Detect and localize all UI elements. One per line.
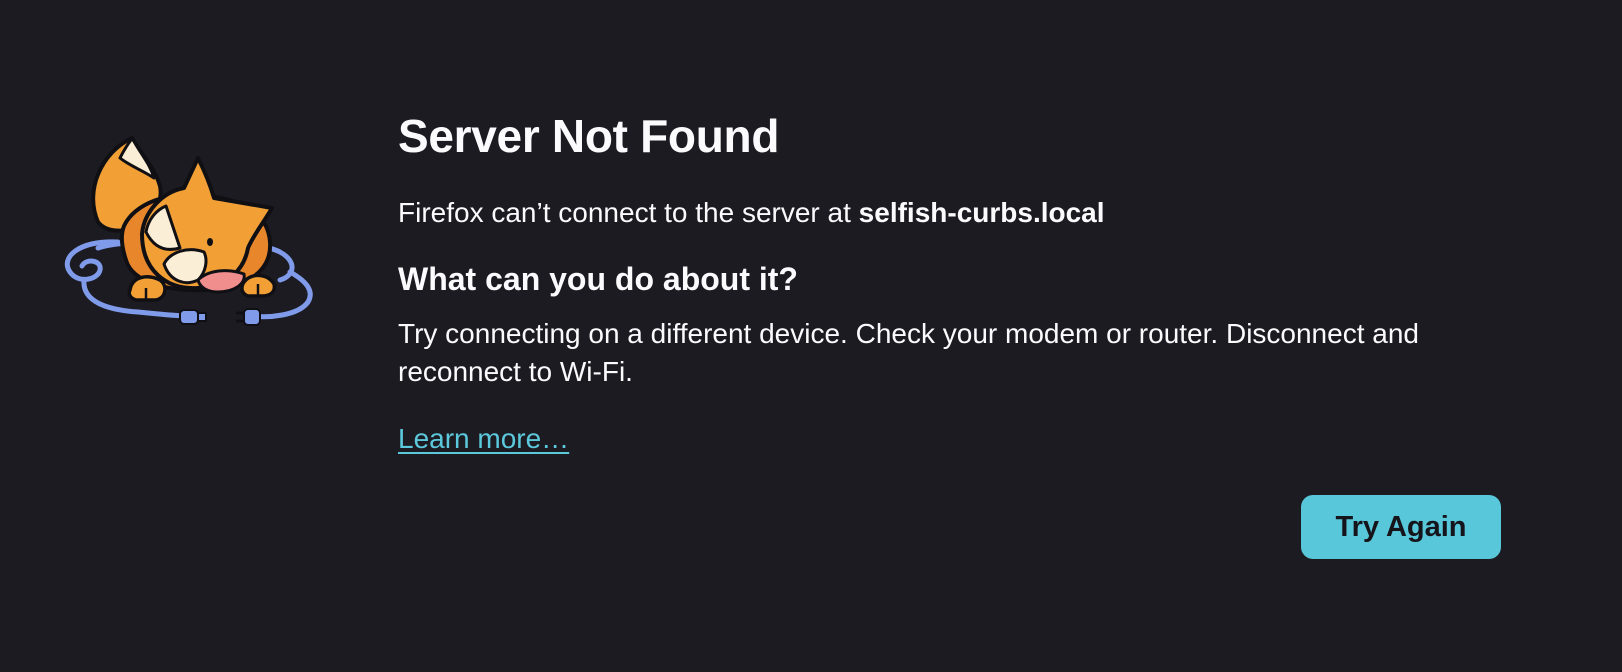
fox-unplugged-illustration <box>64 136 313 326</box>
learn-more-link[interactable]: Learn more… <box>398 421 569 457</box>
suggestions-heading: What can you do about it? <box>398 261 798 297</box>
plug-icon <box>179 309 207 325</box>
try-again-button[interactable]: Try Again <box>1301 495 1501 559</box>
error-description-text: Firefox can’t connect to the server at <box>398 197 859 228</box>
error-description: Firefox can’t connect to the server at s… <box>398 195 1508 231</box>
error-content: Server Not Found Firefox can’t connect t… <box>398 105 1508 457</box>
suggestions-text: Try connecting on a different device. Ch… <box>398 318 1419 387</box>
socket-icon <box>236 308 261 326</box>
page-title: Server Not Found <box>398 110 780 162</box>
hostname: selfish-curbs.local <box>858 197 1105 228</box>
error-page: Server Not Found Firefox can’t connect t… <box>0 0 1622 672</box>
